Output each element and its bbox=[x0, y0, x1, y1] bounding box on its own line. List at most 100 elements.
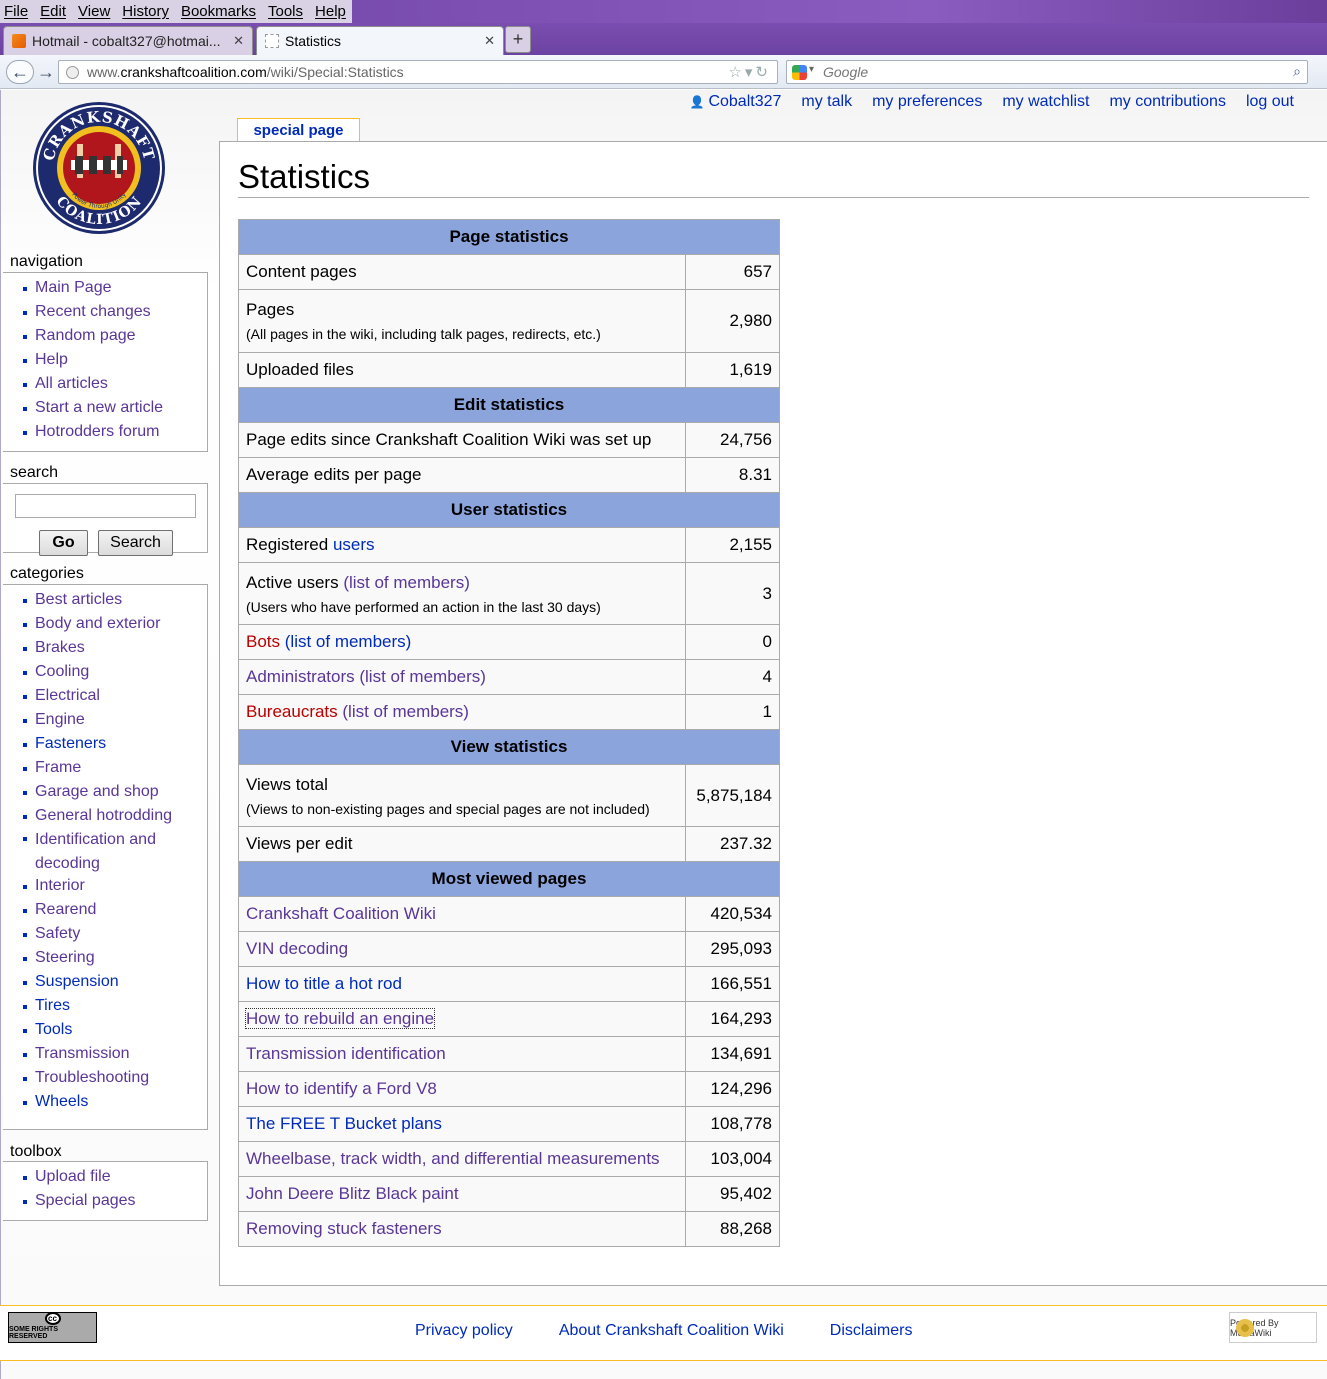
menu-view[interactable]: View bbox=[78, 3, 110, 20]
tab-special-page[interactable]: special page bbox=[237, 118, 360, 142]
table-row: Content pages 657 bbox=[238, 254, 780, 290]
content-area: Statistics Page statistics Content pages… bbox=[219, 141, 1327, 1286]
dropdown-icon[interactable]: ▾ bbox=[745, 64, 756, 81]
special-pages-link[interactable]: Special pages bbox=[35, 1192, 136, 1209]
search-bar[interactable]: ▾ Google ⌕ bbox=[786, 60, 1308, 84]
most-viewed-page-link[interactable]: How to identify a Ford V8 bbox=[246, 1079, 437, 1098]
category-link[interactable]: Steering bbox=[35, 949, 95, 966]
about-link[interactable]: About Crankshaft Coalition Wiki bbox=[559, 1322, 784, 1340]
category-link[interactable]: Suspension bbox=[35, 973, 119, 990]
bookmark-star-icon[interactable]: ☆ bbox=[728, 64, 744, 81]
category-link[interactable]: Identification and decoding bbox=[35, 828, 207, 876]
nav-start-new-article[interactable]: Start a new article bbox=[35, 399, 163, 416]
search-input[interactable] bbox=[15, 494, 196, 518]
back-button[interactable]: ← bbox=[6, 60, 34, 84]
bots-link[interactable]: Bots bbox=[246, 632, 280, 651]
table-row: Crankshaft Coalition Wiki 420,534 bbox=[238, 896, 780, 932]
nav-recent-changes[interactable]: Recent changes bbox=[35, 303, 151, 320]
menu-edit[interactable]: Edit bbox=[40, 3, 66, 20]
most-viewed-page-link[interactable]: Wheelbase, track width, and differential… bbox=[246, 1149, 660, 1168]
category-link[interactable]: Best articles bbox=[35, 591, 122, 608]
category-link[interactable]: Fasteners bbox=[35, 735, 106, 752]
disclaimers-link[interactable]: Disclaimers bbox=[830, 1322, 913, 1340]
menu-tools[interactable]: Tools bbox=[268, 3, 303, 20]
powered-by-mediawiki-badge[interactable]: Powered By MediaWiki bbox=[1229, 1312, 1317, 1343]
menu-help[interactable]: Help bbox=[315, 3, 346, 20]
reload-icon[interactable]: ↻ bbox=[755, 64, 771, 81]
menu-bookmarks[interactable]: Bookmarks bbox=[181, 3, 256, 20]
most-viewed-page-link[interactable]: Crankshaft Coalition Wiki bbox=[246, 904, 436, 923]
most-viewed-page-link[interactable]: VIN decoding bbox=[246, 939, 348, 958]
menu-file[interactable]: File bbox=[4, 3, 28, 20]
site-logo[interactable]: CRANKSHAFT COALITION Power Through Unity bbox=[31, 100, 167, 236]
search-button[interactable]: Search bbox=[98, 530, 173, 556]
nav-all-articles[interactable]: All articles bbox=[35, 375, 108, 392]
most-viewed-page-link[interactable]: How to title a hot rod bbox=[246, 974, 402, 993]
category-link[interactable]: Transmission bbox=[35, 1045, 130, 1062]
category-link[interactable]: Frame bbox=[35, 759, 81, 776]
category-link[interactable]: Garage and shop bbox=[35, 783, 159, 800]
my-preferences-link[interactable]: my preferences bbox=[872, 93, 982, 111]
go-button[interactable]: Go bbox=[39, 530, 88, 556]
list-of-members-link[interactable]: (list of members) bbox=[355, 667, 486, 686]
upload-file-link[interactable]: Upload file bbox=[35, 1168, 111, 1185]
user-page-link[interactable]: 👤 Cobalt327 bbox=[689, 93, 781, 111]
nav-main-page[interactable]: Main Page bbox=[35, 279, 112, 296]
new-tab-button[interactable]: + bbox=[505, 26, 531, 53]
category-link[interactable]: Interior bbox=[35, 877, 85, 894]
privacy-policy-link[interactable]: Privacy policy bbox=[415, 1322, 513, 1340]
url-bar[interactable]: www. crankshaftcoalition.com/wiki/Special… bbox=[58, 60, 778, 84]
menu-history[interactable]: History bbox=[122, 3, 169, 20]
category-link[interactable]: Tires bbox=[35, 997, 70, 1014]
my-talk-link[interactable]: my talk bbox=[801, 93, 852, 111]
google-icon[interactable] bbox=[792, 65, 807, 80]
most-viewed-page-link[interactable]: How to rebuild an engine bbox=[244, 1008, 436, 1029]
users-link[interactable]: users bbox=[333, 535, 375, 554]
engine-dropdown-icon[interactable]: ▾ bbox=[809, 64, 814, 75]
tab-hotmail[interactable]: Hotmail - cobalt327@hotmai... ✕ bbox=[3, 26, 253, 55]
nav-hotrodders-forum[interactable]: Hotrodders forum bbox=[35, 423, 160, 440]
site-identity-icon[interactable] bbox=[66, 66, 79, 79]
most-viewed-page-link[interactable]: John Deere Blitz Black paint bbox=[246, 1184, 459, 1203]
category-link[interactable]: Body and exterior bbox=[35, 615, 160, 632]
list-of-members-link[interactable]: (list of members) bbox=[280, 632, 412, 651]
tab-statistics[interactable]: Statistics ✕ bbox=[256, 26, 504, 55]
stat-label-cell: Pages (All pages in the wiki, including t… bbox=[238, 289, 686, 353]
page-views: 420,534 bbox=[685, 896, 780, 932]
category-link[interactable]: Electrical bbox=[35, 687, 100, 704]
navigation-portlet: Main Page Recent changes Random page Hel… bbox=[3, 272, 208, 452]
category-link[interactable]: Safety bbox=[35, 925, 80, 942]
section-header: Edit statistics bbox=[238, 387, 780, 423]
category-link[interactable]: Brakes bbox=[35, 639, 85, 656]
list-of-members-link[interactable]: (list of members) bbox=[343, 573, 470, 592]
most-viewed-page-link[interactable]: The FREE T Bucket plans bbox=[246, 1114, 442, 1133]
most-viewed-page-link[interactable]: Transmission identification bbox=[246, 1044, 446, 1063]
forward-button[interactable]: → bbox=[34, 60, 58, 84]
stat-value: 8.31 bbox=[685, 457, 780, 493]
most-viewed-page-link[interactable]: Removing stuck fasteners bbox=[246, 1219, 442, 1238]
list-item: Upload file bbox=[23, 1167, 207, 1191]
category-link[interactable]: Tools bbox=[35, 1021, 72, 1038]
stat-label: Active users bbox=[246, 572, 344, 592]
page-views: 88,268 bbox=[685, 1211, 780, 1247]
category-link[interactable]: Rearend bbox=[35, 901, 96, 918]
category-link[interactable]: Cooling bbox=[35, 663, 89, 680]
creative-commons-badge[interactable]: cc SOME RIGHTS RESERVED bbox=[8, 1312, 97, 1343]
my-watchlist-link[interactable]: my watchlist bbox=[1002, 93, 1089, 111]
category-link[interactable]: Wheels bbox=[35, 1093, 88, 1110]
list-item: Electrical bbox=[23, 686, 207, 710]
bureaucrats-link[interactable]: Bureaucrats bbox=[246, 702, 338, 721]
category-link[interactable]: Troubleshooting bbox=[35, 1069, 149, 1086]
log-out-link[interactable]: log out bbox=[1246, 93, 1294, 111]
administrators-link[interactable]: Administrators bbox=[246, 667, 355, 686]
nav-random-page[interactable]: Random page bbox=[35, 327, 136, 344]
category-link[interactable]: General hotrodding bbox=[35, 807, 172, 824]
list-of-members-link[interactable]: (list of members) bbox=[338, 702, 469, 721]
my-contributions-link[interactable]: my contributions bbox=[1109, 93, 1226, 111]
nav-help[interactable]: Help bbox=[35, 351, 68, 368]
search-icon[interactable]: ⌕ bbox=[1293, 63, 1301, 80]
close-tab-icon[interactable]: ✕ bbox=[484, 33, 495, 49]
page-cell: VIN decoding bbox=[238, 931, 686, 967]
close-tab-icon[interactable]: ✕ bbox=[233, 33, 244, 49]
category-link[interactable]: Engine bbox=[35, 711, 85, 728]
